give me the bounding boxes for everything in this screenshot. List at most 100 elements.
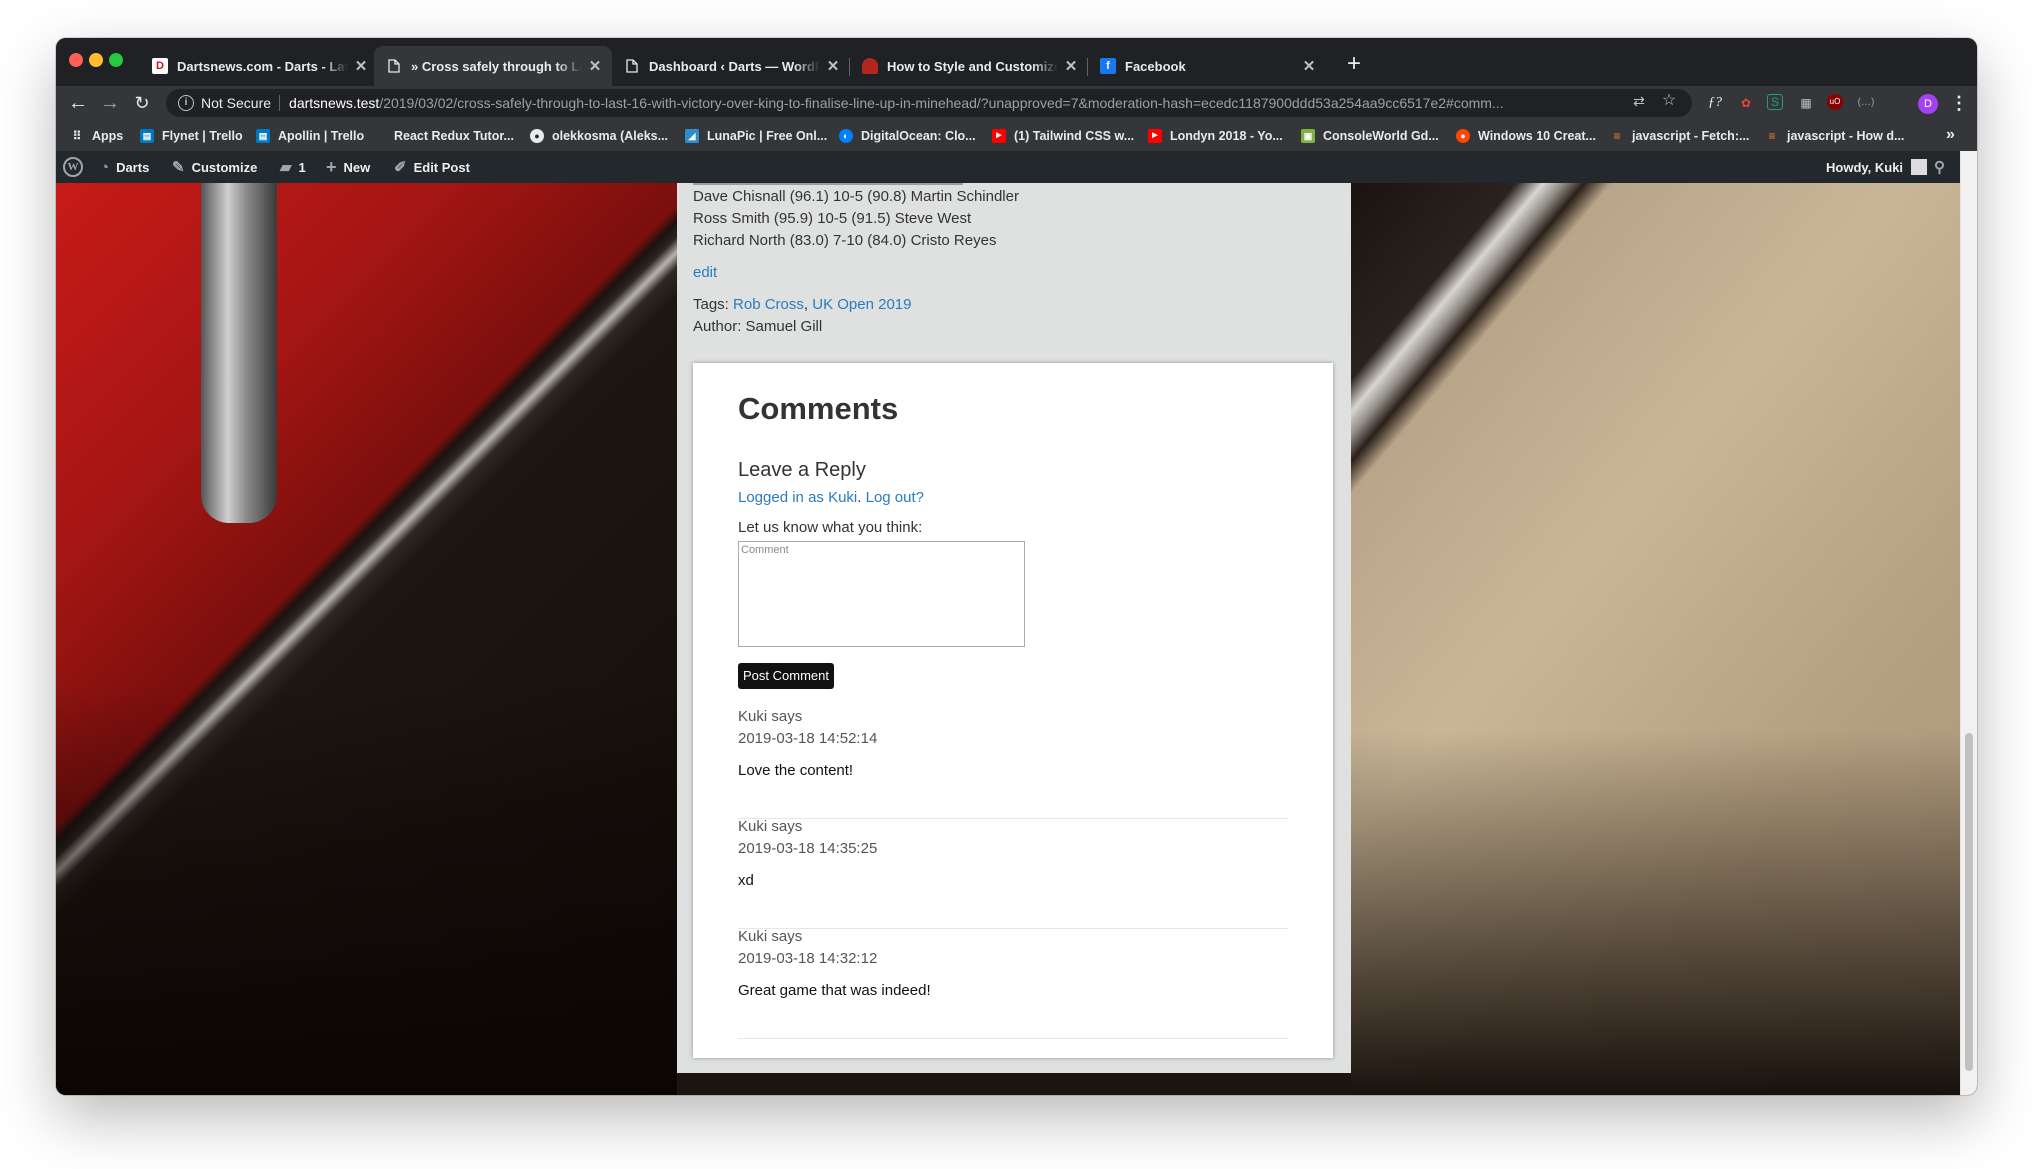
bookmark-windows10[interactable]: ● Windows 10 Creat... (1456, 126, 1596, 146)
tab-separator (1087, 58, 1088, 76)
bookmark-tailwind[interactable]: ▶ (1) Tailwind CSS w... (992, 126, 1134, 146)
tab-title: Dartsnews.com - Darts - Latest (177, 58, 348, 74)
address-bar[interactable]: i Not Secure dartsnews.test/2019/03/02/c… (166, 89, 1692, 117)
wp-admin-bar: W ◔ Darts ✎ Customize ▰ 1 + New ✐ Edit Post H… (56, 151, 1960, 183)
comment-author: Kuki says (738, 708, 803, 725)
page-viewport: —————————————————— Dave Chisnall (96.1) … (56, 183, 1960, 1095)
post-tags: Tags: Rob Cross, UK Open 2019 (693, 296, 911, 313)
facebook-icon: f (1100, 58, 1116, 74)
grid-extension-icon[interactable]: ▦ (1797, 94, 1815, 112)
scrollbar-thumb[interactable] (1965, 733, 1973, 1071)
digitalocean-icon: ◐ (839, 129, 853, 143)
site-name-menu[interactable]: ◔ Darts (100, 151, 149, 183)
tag-link-rob-cross[interactable]: Rob Cross (733, 296, 804, 313)
comments-link[interactable]: ▰ 1 (280, 151, 306, 183)
close-icon[interactable]: ✕ (588, 57, 602, 75)
brush-icon: ✎ (172, 159, 185, 176)
pencil-icon: ✐ (394, 159, 407, 176)
translate-icon[interactable]: ⇄ (1630, 92, 1648, 110)
comment-bubble-icon: ▰ (280, 159, 292, 176)
url-path: /2019/03/02/cross-safely-through-to-last… (379, 95, 1504, 111)
tab-how-to-style[interactable]: How to Style and Customize W ✕ (850, 46, 1088, 86)
bookmark-js-fetch[interactable]: ≡ javascript - Fetch:... (1610, 126, 1749, 146)
bookmark-js-how[interactable]: ≡ javascript - How d... (1765, 126, 1904, 146)
dashboard-icon: ◔ (100, 158, 110, 176)
chevron-double-right-icon[interactable]: » (1946, 126, 1955, 144)
menu-dots-icon[interactable]: ⋮ (1950, 92, 1968, 114)
logged-separator: . (857, 489, 866, 506)
apps-grid-icon: ⠿ (72, 129, 82, 143)
tab-dartsnews[interactable]: D Dartsnews.com - Darts - Latest ✕ (140, 46, 378, 86)
ublock-extension-icon[interactable]: uO (1827, 94, 1843, 110)
comment-text: Great game that was indeed! (738, 982, 931, 999)
redux-devtools-icon[interactable]: (…) (1857, 94, 1875, 112)
post-comment-button[interactable]: Post Comment (738, 663, 834, 689)
document-icon (386, 58, 402, 74)
comment-prompt: Let us know what you think: (738, 519, 923, 536)
bookmark-londyn[interactable]: ▶ Londyn 2018 - Yo... (1148, 126, 1283, 146)
bookmark-consoleworld[interactable]: ▣ ConsoleWorld Gd... (1301, 126, 1439, 146)
tab-cross-safely[interactable]: » Cross safely through to Last ✕ (374, 46, 612, 86)
logout-link[interactable]: Log out? (866, 489, 924, 506)
fontface-extension-icon[interactable]: ƒ? (1706, 94, 1724, 112)
admin-search-button[interactable]: ⚲ (1934, 151, 1945, 183)
tab-dashboard[interactable]: Dashboard ‹ Darts — WordPress ✕ (612, 46, 850, 86)
bookmark-digitalocean[interactable]: ◐ DigitalOcean: Clo... (839, 126, 976, 146)
new-content-menu[interactable]: + New (326, 151, 370, 183)
stackoverflow-icon: ≡ (1613, 129, 1621, 143)
info-icon[interactable]: i (178, 95, 194, 111)
comment-author: Kuki says (738, 818, 803, 835)
post-author: Author: Samuel Gill (693, 318, 823, 335)
bookmark-react-redux[interactable]: React Redux Tutor... (372, 126, 514, 146)
customize-link[interactable]: ✎ Customize (172, 151, 257, 183)
comment-date: 2019-03-18 14:35:25 (738, 840, 878, 857)
reload-icon[interactable]: ↻ (130, 91, 154, 115)
background-dart-barrel (201, 183, 277, 523)
tag-link-uk-open-2019[interactable]: UK Open 2019 (812, 296, 911, 313)
close-icon[interactable]: ✕ (1302, 57, 1316, 75)
bookmark-label: Flynet | Trello (162, 129, 243, 143)
edit-post-link[interactable]: ✐ Edit Post (394, 151, 470, 183)
bookmark-apps[interactable]: ⠿ Apps (70, 126, 124, 146)
comment-item: Kuki says 2019-03-18 14:52:14 Love the c… (738, 708, 1288, 819)
bookmark-flynet-trello[interactable]: ▤ Flynet | Trello (140, 126, 243, 146)
profile-avatar[interactable]: D (1918, 94, 1938, 114)
trello-icon: ▤ (140, 129, 154, 143)
color-picker-extension-icon[interactable]: ✿ (1737, 94, 1755, 112)
star-icon[interactable]: ☆ (1660, 92, 1678, 110)
stackoverflow-icon: ≡ (1768, 129, 1776, 143)
bookmark-label: Apollin | Trello (278, 129, 365, 143)
close-icon[interactable]: ✕ (826, 57, 840, 75)
comments-section: Comments Leave a Reply Logged in as Kuki… (693, 363, 1333, 1058)
close-icon[interactable]: ✕ (1064, 57, 1078, 75)
tag-separator: , (803, 296, 813, 313)
tags-label: Tags: (693, 296, 734, 313)
my-account-menu[interactable]: Howdy, Kuki (1826, 151, 1928, 183)
back-arrow-icon[interactable]: ← (66, 91, 90, 115)
bookmark-lunapic[interactable]: ◢ LunaPic | Free Onl... (685, 126, 827, 146)
reddit-icon: ● (1456, 129, 1470, 143)
window-minimize-button[interactable] (89, 53, 103, 67)
tab-strip: D Dartsnews.com - Darts - Latest ✕ » Cro… (56, 38, 1977, 86)
result-line: Dave Chisnall (96.1) 10-5 (90.8) Martin … (693, 188, 1019, 205)
window-close-button[interactable] (69, 53, 83, 67)
page-scrollbar[interactable] (1960, 151, 1977, 1095)
consoleworld-icon: ▣ (1301, 129, 1315, 143)
bookmark-label: React Redux Tutor... (394, 129, 514, 143)
wp-logo-menu[interactable]: W (63, 151, 83, 183)
new-label: New (343, 159, 371, 175)
stylus-extension-icon[interactable]: S (1767, 94, 1783, 110)
logged-in-link[interactable]: Logged in as Kuki (738, 489, 857, 506)
search-icon: ⚲ (1934, 159, 1945, 176)
forward-arrow-icon[interactable]: → (98, 91, 122, 115)
security-label[interactable]: Not Secure (201, 95, 271, 111)
window-maximize-button[interactable] (109, 53, 123, 67)
comment-textarea[interactable] (738, 541, 1025, 647)
edit-link[interactable]: edit (693, 264, 717, 281)
tab-facebook[interactable]: f Facebook ✕ (1088, 46, 1326, 86)
close-icon[interactable]: ✕ (354, 57, 368, 75)
bookmark-apollin-trello[interactable]: ▤ Apollin | Trello (256, 126, 364, 146)
new-tab-button[interactable]: + (1340, 50, 1368, 78)
comment-item: Kuki says 2019-03-18 14:35:25 xd (738, 818, 1288, 929)
bookmark-olekkosma[interactable]: ● olekkosma (Aleks... (530, 126, 668, 146)
